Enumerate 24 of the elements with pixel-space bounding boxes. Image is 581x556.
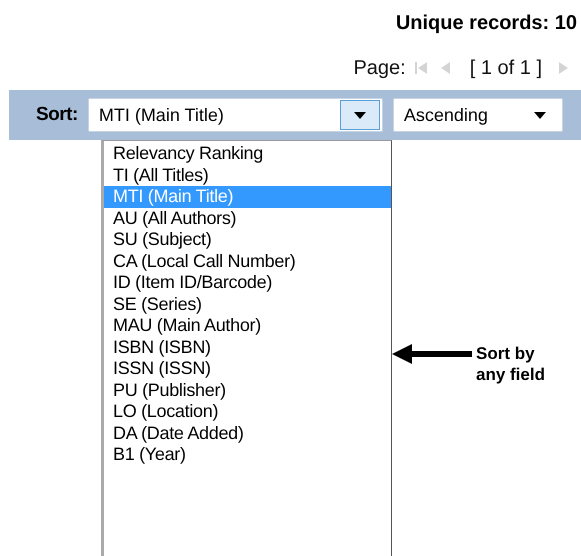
sort-order-select[interactable]: Ascending	[392, 98, 563, 132]
dropdown-option[interactable]: SE (Series)	[104, 294, 391, 315]
dropdown-option[interactable]: PU (Publisher)	[104, 380, 391, 401]
records-count: Unique records: 10	[396, 12, 577, 34]
dropdown-option[interactable]: B1 (Year)	[104, 444, 391, 466]
dropdown-option[interactable]: ISSN (ISSN)	[104, 358, 391, 380]
annotation-text: Sort by any field	[476, 343, 546, 385]
dropdown-option[interactable]: LO (Location)	[104, 401, 391, 422]
dropdown-option[interactable]: Relevancy Ranking	[104, 143, 391, 164]
dropdown-option[interactable]: ISBN (ISBN)	[104, 336, 391, 358]
dropdown-option[interactable]: CA (Local Call Number)	[104, 250, 391, 272]
arrow-icon	[392, 343, 472, 365]
dropdown-option[interactable]: DA (Date Added)	[104, 422, 391, 444]
caret-icon	[354, 112, 366, 118]
sort-label: Sort:	[36, 102, 78, 127]
dropdown-option[interactable]: MAU (Main Author)	[104, 315, 391, 336]
sort-field-select[interactable]: MTI (Main Title)	[88, 98, 383, 132]
dropdown-option[interactable]: ID (Item ID/Barcode)	[104, 272, 391, 294]
dropdown-option[interactable]: AU (All Authors)	[104, 208, 391, 229]
page-label: Page:	[353, 56, 406, 81]
dropdown-option[interactable]: TI (All Titles)	[104, 164, 391, 186]
page-position: [ 1 of 1 ]	[470, 56, 542, 81]
caret-icon	[534, 112, 546, 118]
dropdown-option[interactable]: SU (Subject)	[104, 229, 391, 250]
